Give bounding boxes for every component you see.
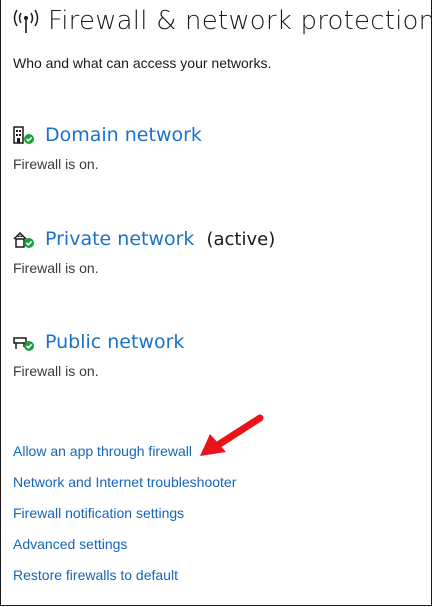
notification-settings-link[interactable]: Firewall notification settings: [13, 505, 236, 536]
public-network-link[interactable]: Public network: [45, 331, 184, 353]
domain-network-status: Firewall is on.: [13, 156, 99, 172]
annotation-arrow-icon: [200, 414, 264, 456]
page-subtitle: Who and what can access your networks.: [13, 55, 272, 71]
public-bench-icon: [13, 337, 34, 351]
active-label: (active): [206, 228, 276, 250]
network-private: Private network (active) Firewall is on.: [13, 226, 275, 276]
private-network-link[interactable]: Private network: [45, 228, 194, 250]
domain-network-link[interactable]: Domain network: [45, 124, 202, 146]
domain-building-icon: [13, 126, 34, 144]
network-domain: Domain network Firewall is on.: [13, 122, 202, 172]
public-network-status: Firewall is on.: [13, 363, 99, 379]
advanced-settings-link[interactable]: Advanced settings: [13, 536, 236, 567]
troubleshooter-link[interactable]: Network and Internet troubleshooter: [13, 474, 236, 505]
restore-defaults-link[interactable]: Restore firewalls to default: [13, 567, 236, 598]
page-header: Firewall & network protection: [12, 6, 432, 36]
page-title: Firewall & network protection: [48, 6, 432, 36]
broadcast-tower-icon: [13, 9, 39, 33]
network-public: Public network Firewall is on.: [13, 329, 184, 379]
settings-links: Allow an app through firewall Network an…: [13, 443, 236, 598]
home-network-icon: [13, 231, 34, 248]
private-network-status: Firewall is on.: [13, 260, 99, 276]
